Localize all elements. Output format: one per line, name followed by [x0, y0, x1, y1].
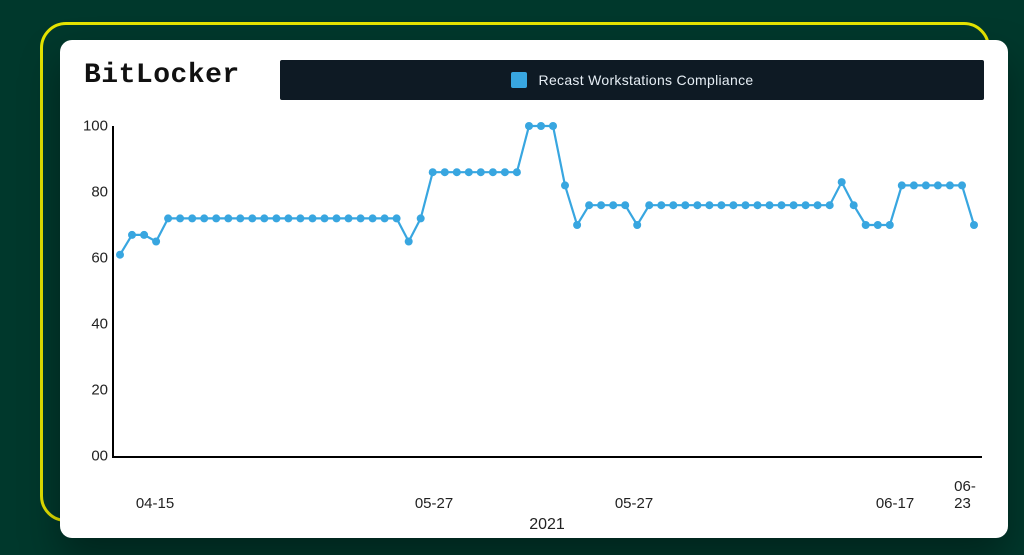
x-tick-label: 05-27 — [615, 495, 653, 512]
legend-swatch-icon — [511, 72, 527, 88]
line-chart-series — [112, 126, 982, 456]
y-tick-label: 40 — [72, 316, 108, 333]
x-axis — [112, 456, 982, 458]
x-tick-label: 06-23 — [954, 478, 976, 512]
chart-plot-area: 100 80 60 40 20 00 04-15 05-27 05-27 06-… — [112, 126, 982, 486]
x-axis-year-label: 2021 — [529, 516, 565, 534]
page-title: BitLocker — [84, 60, 240, 91]
y-tick-label: 100 — [72, 118, 108, 135]
y-tick-label: 20 — [72, 382, 108, 399]
legend-label: Recast Workstations Compliance — [539, 72, 754, 88]
chart-legend: Recast Workstations Compliance — [280, 60, 984, 100]
chart-card: BitLocker Recast Workstations Compliance… — [60, 40, 1008, 538]
y-tick-label: 60 — [72, 250, 108, 267]
x-tick-label: 05-27 — [415, 495, 453, 512]
y-tick-label: 80 — [72, 184, 108, 201]
x-tick-label: 06-17 — [876, 495, 914, 512]
x-tick-label: 04-15 — [136, 495, 174, 512]
y-tick-label: 00 — [72, 448, 108, 465]
